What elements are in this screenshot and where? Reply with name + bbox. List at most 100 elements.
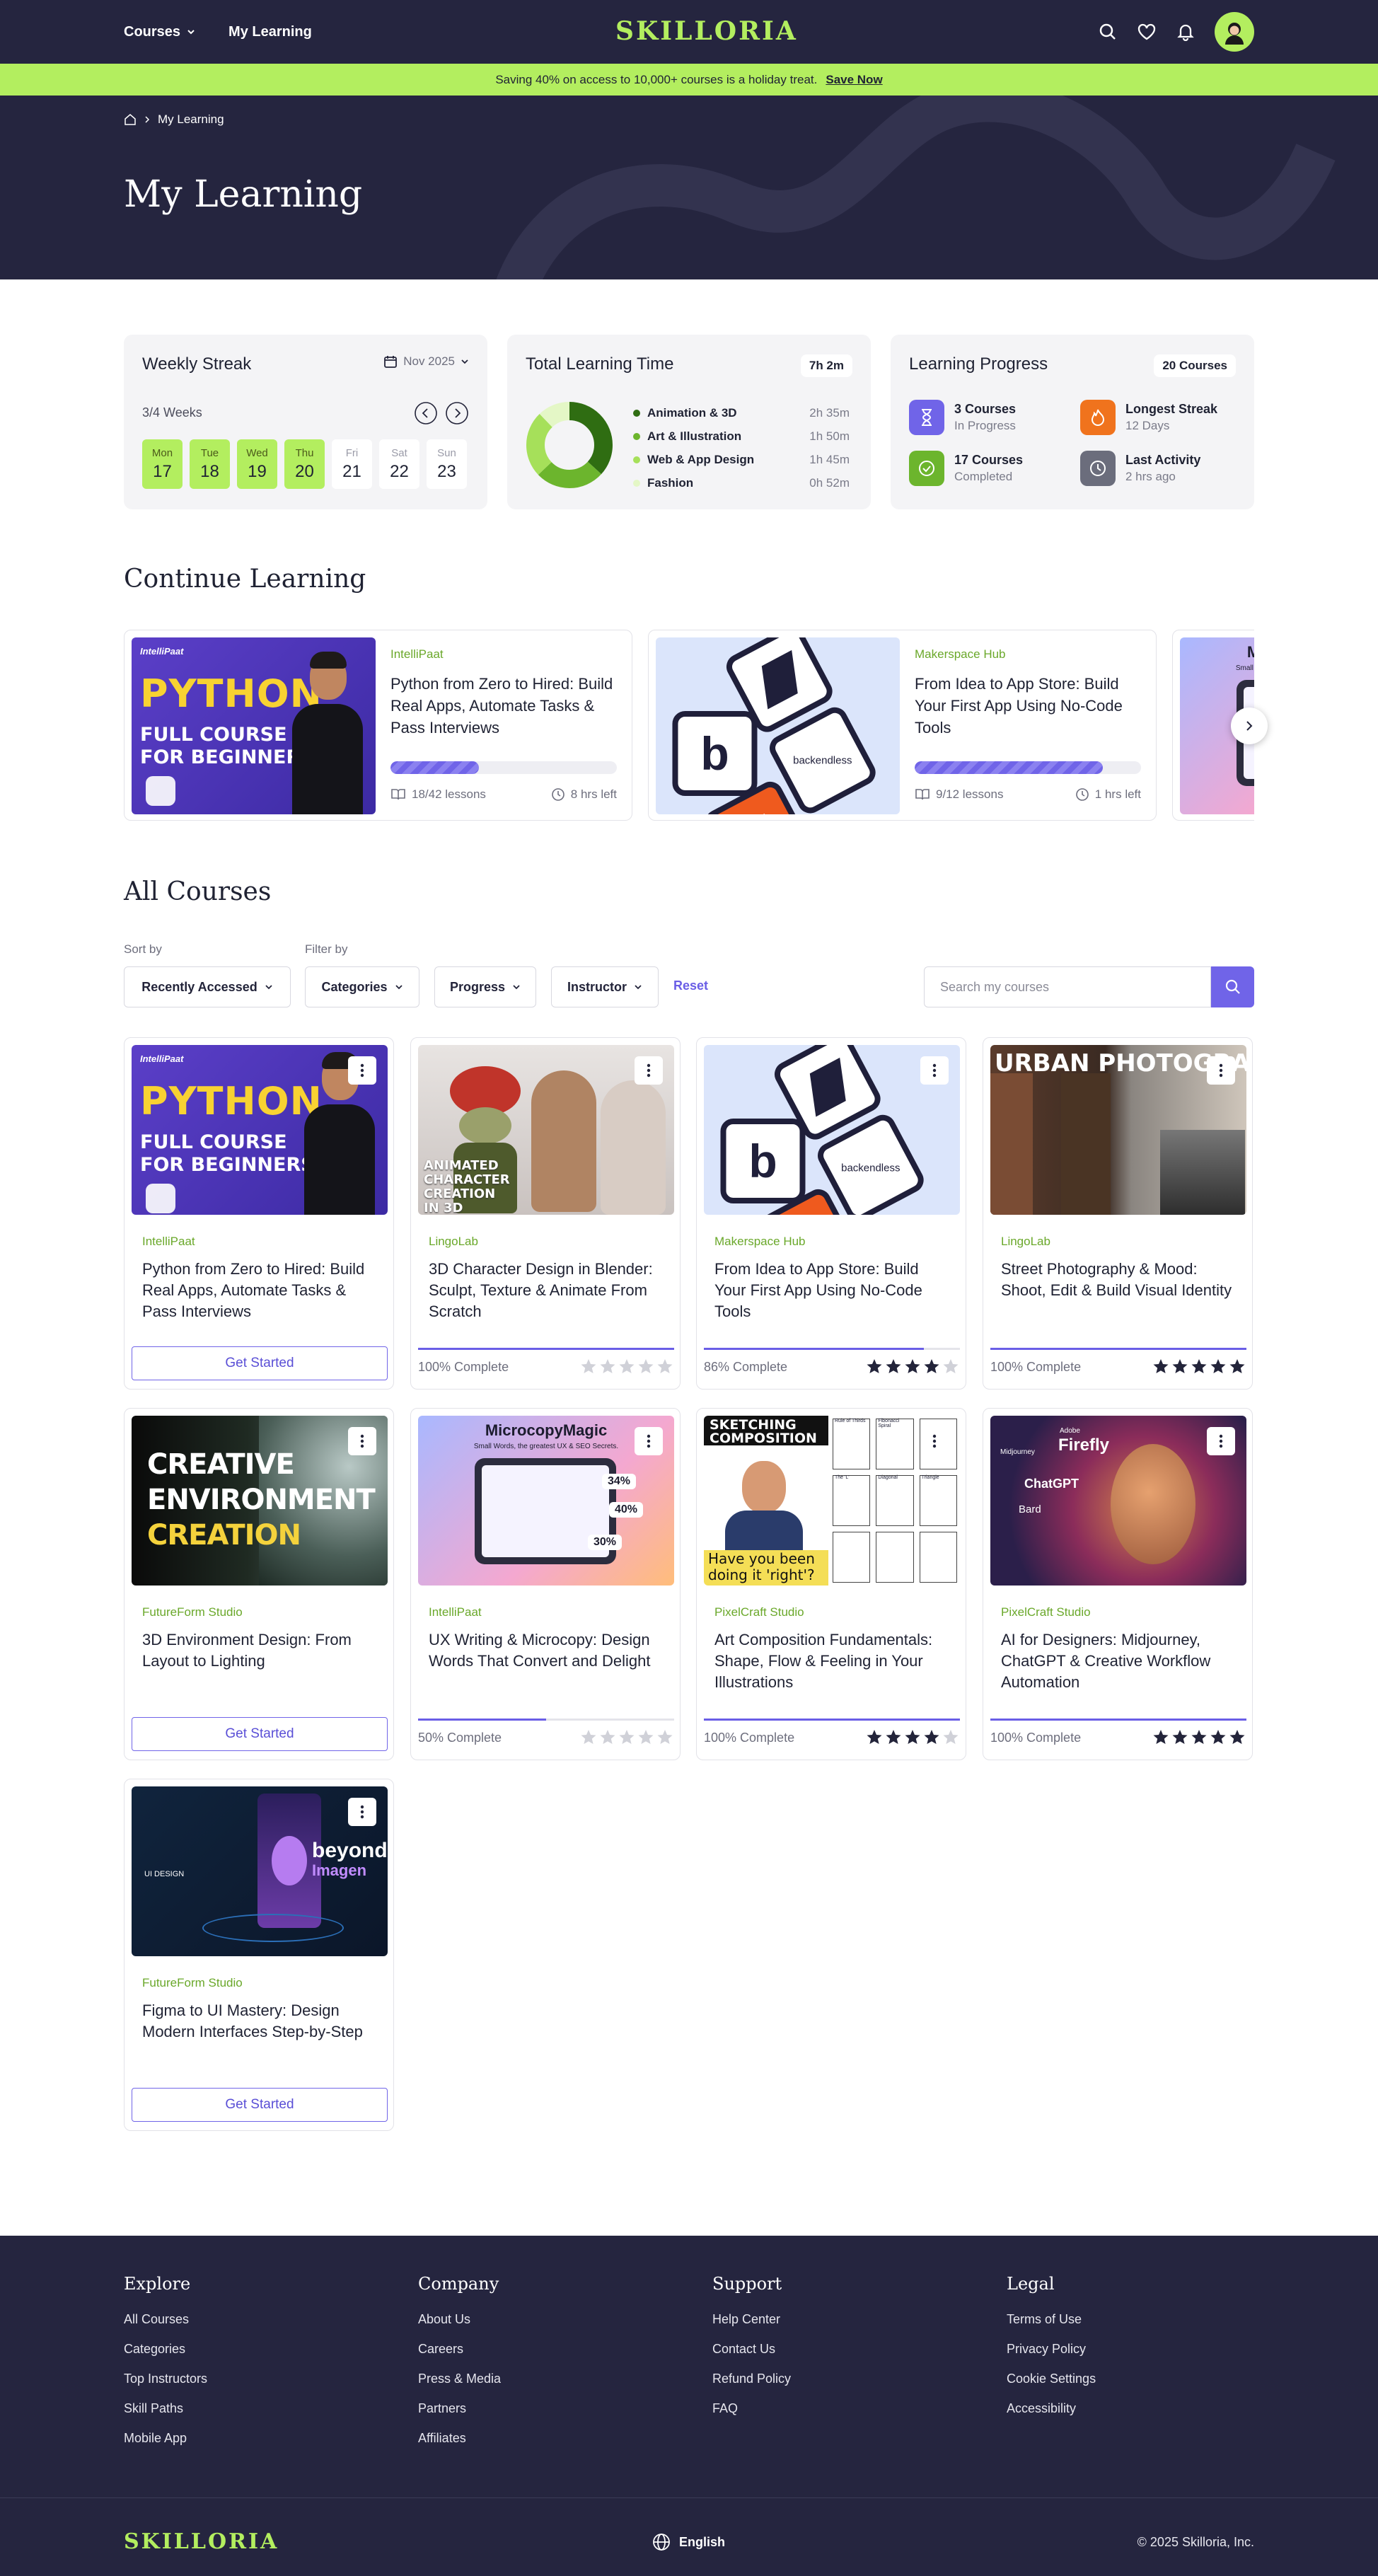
- star-icon[interactable]: [924, 1729, 939, 1745]
- star-icon[interactable]: [619, 1729, 635, 1745]
- course-card[interactable]: b backendless Makerspace Hub From Idea t…: [696, 1037, 966, 1390]
- get-started-button[interactable]: Get Started: [132, 2088, 388, 2122]
- get-started-button[interactable]: Get Started: [132, 1346, 388, 1380]
- more-options-button[interactable]: [635, 1427, 663, 1455]
- instructor-filter[interactable]: Instructor: [551, 966, 659, 1007]
- star-icon[interactable]: [1210, 1729, 1226, 1745]
- footer-link[interactable]: Partners: [418, 2401, 501, 2431]
- home-icon[interactable]: [124, 113, 137, 126]
- star-icon[interactable]: [924, 1358, 939, 1374]
- course-title[interactable]: Figma to UI Mastery: Design Modern Inter…: [142, 2000, 379, 2043]
- star-icon[interactable]: [1153, 1358, 1169, 1374]
- footer-link[interactable]: Help Center: [712, 2312, 791, 2342]
- star-icon[interactable]: [1172, 1729, 1188, 1745]
- course-thumbnail[interactable]: beyond Imagen UI DESIGN: [132, 1786, 388, 1956]
- star-icon[interactable]: [581, 1358, 596, 1374]
- star-icon[interactable]: [886, 1358, 901, 1374]
- footer-link[interactable]: Press & Media: [418, 2372, 501, 2401]
- course-thumbnail[interactable]: IntelliPaat PYTHON FULL COURSE FOR BEGIN…: [132, 637, 376, 814]
- course-title[interactable]: From Idea to App Store: Build Your First…: [714, 1259, 951, 1322]
- more-options-button[interactable]: [1207, 1056, 1235, 1085]
- star-icon[interactable]: [600, 1729, 615, 1745]
- rating-stars[interactable]: [867, 1358, 959, 1374]
- star-icon[interactable]: [867, 1358, 882, 1374]
- star-icon[interactable]: [638, 1358, 654, 1374]
- footer-link[interactable]: Refund Policy: [712, 2372, 791, 2401]
- star-icon[interactable]: [657, 1358, 673, 1374]
- course-title[interactable]: Python from Zero to Hired: Build Real Ap…: [142, 1259, 379, 1322]
- star-icon[interactable]: [1153, 1729, 1169, 1745]
- footer-link[interactable]: Categories: [124, 2342, 207, 2372]
- language-selector[interactable]: English: [652, 2533, 725, 2551]
- rating-stars[interactable]: [1153, 1358, 1245, 1374]
- sort-dropdown[interactable]: Recently Accessed: [124, 966, 291, 1007]
- reset-filters-link[interactable]: Reset: [673, 978, 708, 993]
- course-thumbnail[interactable]: CREATIVE ENVIRONMENT CREATION: [132, 1416, 388, 1586]
- course-thumbnail[interactable]: SKETCHING COMPOSITION Have you been doin…: [704, 1416, 960, 1586]
- footer-link[interactable]: About Us: [418, 2312, 501, 2342]
- progress-filter[interactable]: Progress: [434, 966, 536, 1007]
- rating-stars[interactable]: [581, 1358, 673, 1374]
- get-started-button[interactable]: Get Started: [132, 1717, 388, 1751]
- course-title[interactable]: UX Writing & Microcopy: Design Words Tha…: [429, 1629, 666, 1672]
- search-icon[interactable]: [1099, 23, 1117, 41]
- rating-stars[interactable]: [1153, 1729, 1245, 1745]
- star-icon[interactable]: [1191, 1358, 1207, 1374]
- star-icon[interactable]: [943, 1358, 959, 1374]
- star-icon[interactable]: [1191, 1729, 1207, 1745]
- footer-link[interactable]: Terms of Use: [1007, 2312, 1096, 2342]
- heart-icon[interactable]: [1137, 23, 1157, 41]
- course-thumbnail[interactable]: b backendless: [656, 637, 900, 814]
- more-options-button[interactable]: [1207, 1427, 1235, 1455]
- footer-logo[interactable]: SKILLORIA: [124, 2529, 279, 2554]
- star-icon[interactable]: [1229, 1358, 1245, 1374]
- more-options-button[interactable]: [348, 1056, 376, 1085]
- star-icon[interactable]: [1210, 1358, 1226, 1374]
- star-icon[interactable]: [867, 1729, 882, 1745]
- footer-link[interactable]: Contact Us: [712, 2342, 791, 2372]
- course-card[interactable]: IntelliPaat PYTHON FULL COURSE FOR BEGIN…: [124, 1037, 394, 1390]
- footer-link[interactable]: Accessibility: [1007, 2401, 1096, 2431]
- month-select[interactable]: Nov 2025: [383, 354, 469, 369]
- course-title[interactable]: 3D Environment Design: From Layout to Li…: [142, 1629, 379, 1672]
- bell-icon[interactable]: [1176, 23, 1195, 41]
- rating-stars[interactable]: [581, 1729, 673, 1745]
- course-title[interactable]: Street Photography & Mood: Shoot, Edit &…: [1001, 1259, 1238, 1301]
- star-icon[interactable]: [600, 1358, 615, 1374]
- course-title[interactable]: Python from Zero to Hired: Build Real Ap…: [390, 673, 624, 739]
- footer-link[interactable]: All Courses: [124, 2312, 207, 2342]
- footer-link[interactable]: Top Instructors: [124, 2372, 207, 2401]
- search-input[interactable]: [924, 966, 1211, 1007]
- star-icon[interactable]: [638, 1729, 654, 1745]
- next-week-button[interactable]: [445, 401, 469, 425]
- course-card[interactable]: URBAN PHOTOGRAPHY LingoLab Street Photog…: [983, 1037, 1253, 1390]
- star-icon[interactable]: [619, 1358, 635, 1374]
- course-title[interactable]: AI for Designers: Midjourney, ChatGPT & …: [1001, 1629, 1238, 1693]
- more-options-button[interactable]: [348, 1427, 376, 1455]
- course-card[interactable]: Midjourney Adobe Firefly ChatGPT Bard Pi…: [983, 1408, 1253, 1760]
- more-options-button[interactable]: [635, 1056, 663, 1085]
- star-icon[interactable]: [657, 1729, 673, 1745]
- course-title[interactable]: 3D Character Design in Blender: Sculpt, …: [429, 1259, 666, 1322]
- search-button[interactable]: [1211, 966, 1254, 1007]
- more-options-button[interactable]: [920, 1427, 949, 1455]
- rating-stars[interactable]: [867, 1729, 959, 1745]
- footer-link[interactable]: Privacy Policy: [1007, 2342, 1096, 2372]
- course-thumbnail[interactable]: ANIMATED CHARACTER CREATION IN 3D: [418, 1045, 674, 1215]
- course-title[interactable]: Art Composition Fundamentals: Shape, Flo…: [714, 1629, 951, 1693]
- course-card[interactable]: SKETCHING COMPOSITION Have you been doin…: [696, 1408, 966, 1760]
- star-icon[interactable]: [943, 1729, 959, 1745]
- carousel-next-button[interactable]: [1231, 707, 1268, 744]
- footer-link[interactable]: Mobile App: [124, 2431, 207, 2461]
- course-thumbnail[interactable]: MicrocopyMagic Small Words, the greatest…: [418, 1416, 674, 1586]
- courses-menu[interactable]: Courses: [124, 24, 196, 40]
- course-card[interactable]: beyond Imagen UI DESIGN FutureForm Studi…: [124, 1779, 394, 2131]
- categories-filter[interactable]: Categories: [305, 966, 419, 1007]
- footer-link[interactable]: Cookie Settings: [1007, 2372, 1096, 2401]
- course-thumbnail[interactable]: Midjourney Adobe Firefly ChatGPT Bard: [990, 1416, 1246, 1586]
- footer-link[interactable]: Careers: [418, 2342, 501, 2372]
- course-card[interactable]: CREATIVE ENVIRONMENT CREATION FutureForm…: [124, 1408, 394, 1760]
- prev-week-button[interactable]: [414, 401, 438, 425]
- footer-link[interactable]: Affiliates: [418, 2431, 501, 2461]
- save-now-link[interactable]: Save Now: [826, 73, 882, 87]
